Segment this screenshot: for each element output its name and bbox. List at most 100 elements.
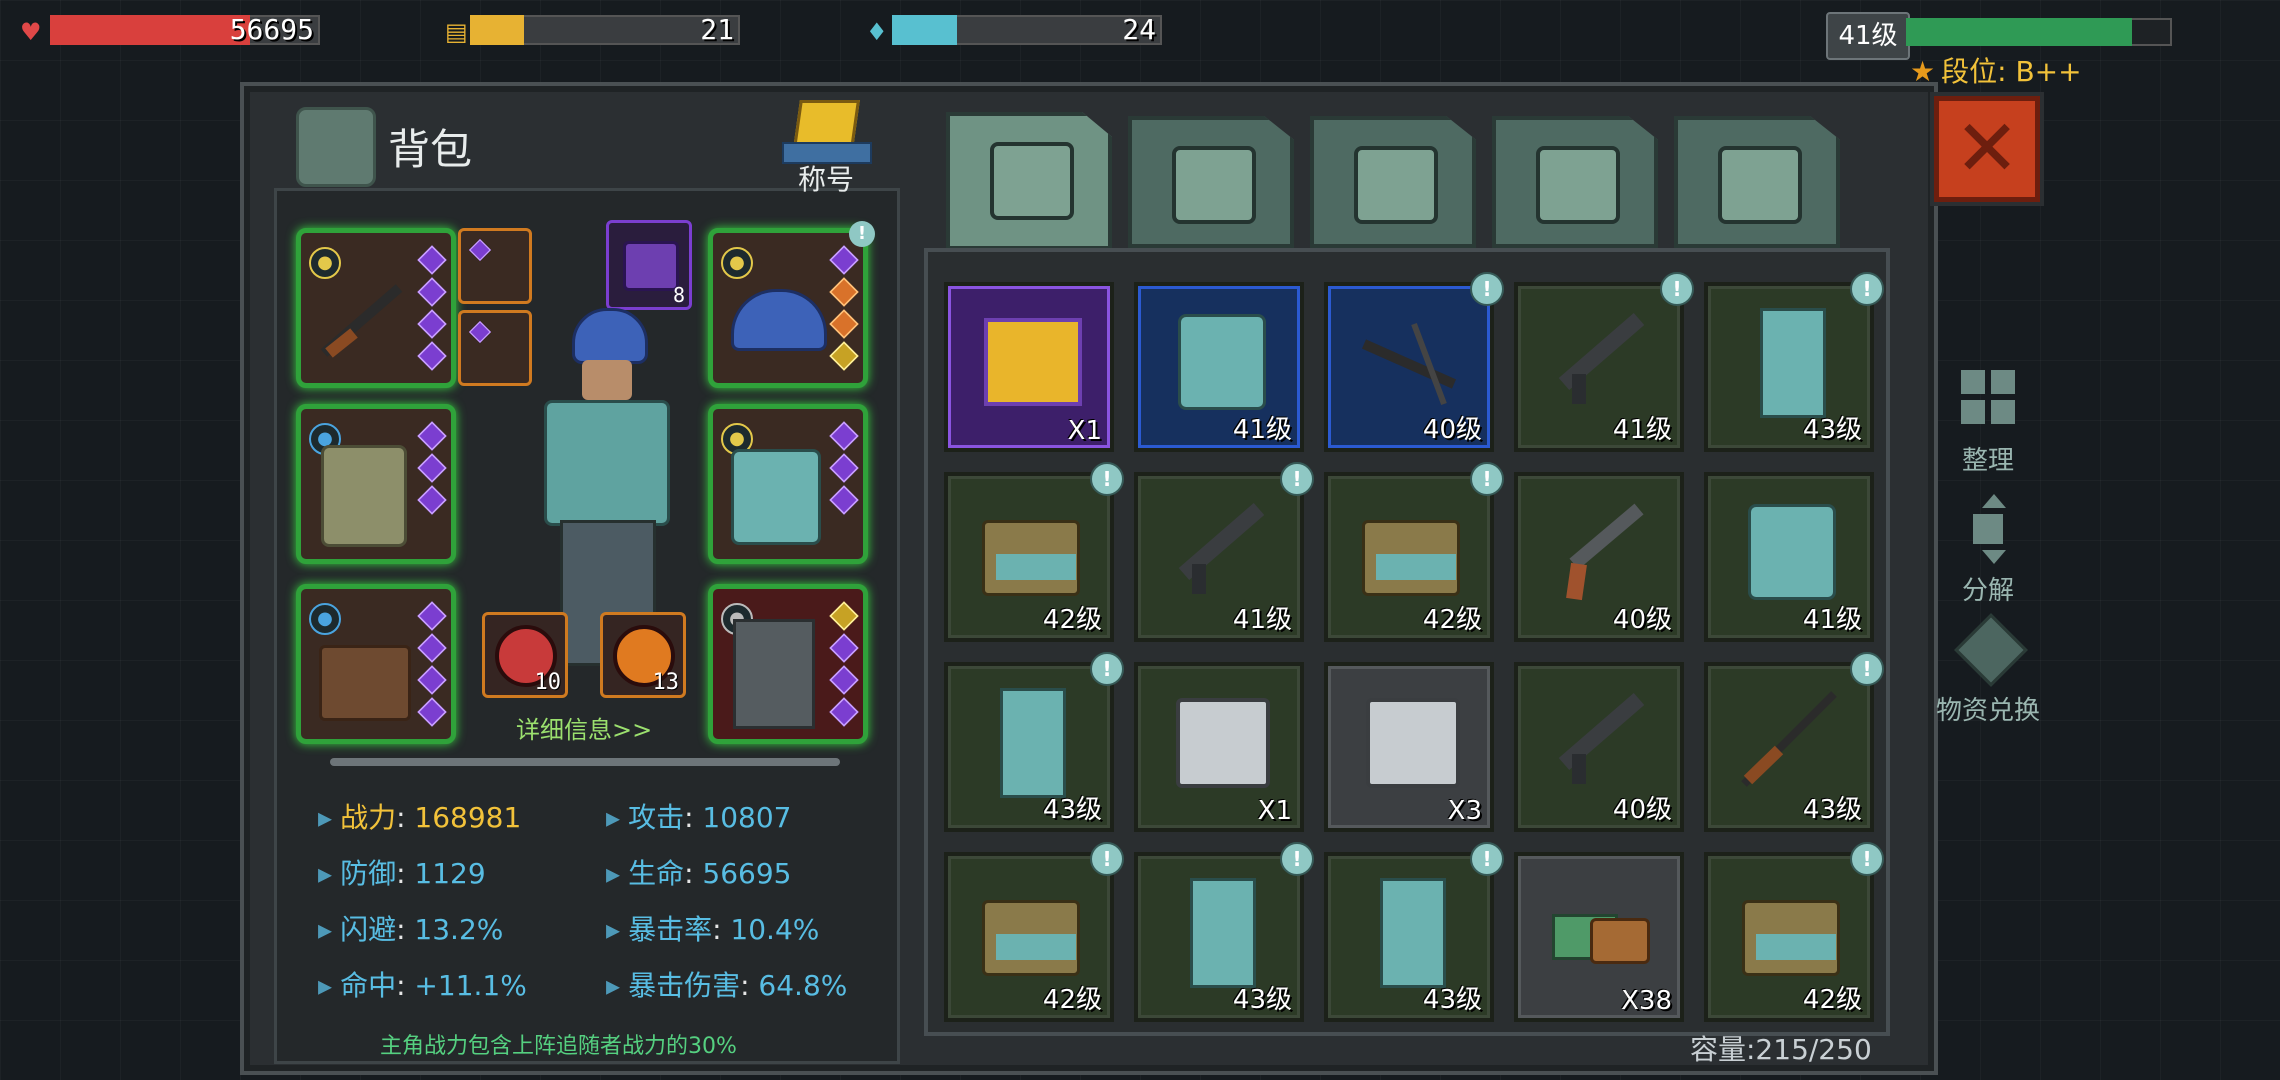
inventory-slot[interactable]: 43级! — [1324, 842, 1504, 1022]
health-bar: 56695 — [50, 13, 320, 46]
backpack-item-icon — [623, 241, 679, 291]
pistol-icon — [1544, 304, 1654, 414]
inventory-slot[interactable]: X3 — [1324, 662, 1494, 832]
inventory-slot[interactable]: 42级! — [944, 842, 1124, 1022]
boots-slot[interactable]: ● — [296, 584, 456, 744]
sort-icon — [1953, 364, 2023, 434]
inventory-slot[interactable]: 42级! — [944, 462, 1124, 642]
inventory-slot[interactable]: 41级 — [1704, 472, 1874, 642]
tab-medical[interactable] — [1128, 116, 1294, 248]
item-level-label: 43级 — [1042, 795, 1102, 825]
slot-type-icon: ● — [721, 247, 753, 279]
dismantle-icon — [1953, 494, 2023, 564]
exchange-button[interactable]: 物资兑换 — [1928, 613, 2048, 727]
inventory-slot[interactable]: X1 — [944, 282, 1114, 452]
heart-icon: ♥ — [20, 18, 42, 46]
inventory-slot[interactable]: 41级 — [1134, 282, 1304, 452]
sort-label: 整理 — [1961, 446, 2014, 476]
badge-slot-right[interactable]: 13 — [600, 612, 686, 698]
pants-icon — [974, 684, 1084, 798]
backpack-icon — [990, 142, 1074, 220]
backpack-icon — [296, 107, 376, 187]
item-level-label: 43级 — [1802, 795, 1862, 825]
item-level-label: 40级 — [1612, 795, 1672, 825]
water-value: 24 — [1122, 13, 1156, 46]
armor-icon — [1354, 146, 1438, 224]
new-item-badge: ! — [1850, 652, 1884, 686]
inventory-slot[interactable]: 42级! — [1704, 842, 1884, 1022]
tab-weapons[interactable] — [1492, 116, 1658, 248]
detail-info-link[interactable]: 详细信息>> — [516, 710, 652, 745]
dismantle-label: 分解 — [1961, 576, 2014, 606]
health-value: 56695 — [229, 13, 314, 46]
tools-icon — [1718, 146, 1802, 224]
helmet-slot[interactable]: ● ! — [708, 221, 875, 388]
item-level-label: X3 — [1447, 796, 1482, 826]
inventory-slot[interactable]: 41级! — [1134, 462, 1314, 642]
inventory-slot[interactable]: 41级! — [1514, 272, 1694, 452]
inventory-slot[interactable]: X1 — [1134, 662, 1304, 832]
inventory-slot[interactable]: 43级! — [1134, 842, 1314, 1022]
armor-slot[interactable]: ● — [296, 404, 456, 564]
stat-crit-rate: ▸ 暴击率: 10.4% — [606, 913, 820, 946]
pants-slot[interactable]: ● — [708, 584, 868, 744]
tab-materials[interactable] — [1674, 116, 1840, 248]
close-button[interactable]: ✕ — [1934, 96, 2040, 202]
inventory-slot[interactable]: 42级! — [1324, 462, 1504, 642]
gem-column — [417, 601, 447, 727]
armor-icon — [1734, 494, 1844, 604]
item-level-label: 41级 — [1232, 415, 1292, 445]
player-level: 41级 — [1826, 12, 1910, 60]
capacity-label: 容量:215/250 — [1690, 1033, 1872, 1066]
item-level-label: 43级 — [1802, 415, 1862, 445]
boot-icon — [319, 645, 411, 721]
exchange-label: 物资兑换 — [1935, 696, 2040, 726]
sort-button[interactable]: 整理 — [1928, 364, 2048, 477]
badge-slot-left[interactable]: 10 — [482, 612, 568, 698]
new-item-badge: ! — [1850, 842, 1884, 876]
title-badge-label[interactable]: 称号 — [798, 158, 854, 198]
pistol-icon — [1544, 684, 1654, 794]
helmet-icon — [731, 289, 827, 351]
new-item-badge: ! — [1090, 462, 1124, 496]
backpack-slot[interactable]: 8 — [606, 220, 692, 310]
weapon-slot[interactable]: ● — [296, 228, 456, 388]
inventory-slot[interactable]: 40级 — [1514, 472, 1684, 642]
power-footnote: 主角战力包含上阵追随者战力的30% — [380, 1034, 737, 1059]
inventory-slot[interactable]: 40级 — [1514, 662, 1684, 832]
item-level-label: 42级 — [1042, 605, 1102, 635]
water-drop-icon: ♦ — [866, 18, 888, 46]
new-item-badge: ! — [1470, 462, 1504, 496]
pistol-icon — [1164, 494, 1274, 604]
armor-icon — [1164, 304, 1274, 414]
inventory-slot[interactable]: 43级! — [944, 652, 1124, 832]
item-level-label: 40级 — [1422, 415, 1482, 445]
tab-armor[interactable] — [1310, 116, 1476, 248]
pants-icon — [1734, 304, 1844, 418]
item-level-label: 41级 — [1802, 605, 1862, 635]
boots-icon — [1354, 494, 1464, 604]
item-level-label: 42级 — [1042, 985, 1102, 1015]
stat-defense: ▸ 防御: 1129 — [318, 857, 486, 890]
panel-title: 背包 — [388, 125, 473, 174]
new-badge: ! — [849, 221, 875, 247]
inventory-slot[interactable]: 43级! — [1704, 652, 1884, 832]
gem-column — [829, 421, 859, 515]
crossbow-icon — [1354, 304, 1464, 414]
gloves-slot[interactable]: ● — [708, 404, 868, 564]
tab-backpack[interactable] — [946, 112, 1112, 250]
item-level-label: 40级 — [1612, 605, 1672, 635]
weapon-sub-slot-1[interactable] — [458, 228, 532, 304]
boots-icon — [974, 874, 1084, 984]
inventory-slot[interactable]: 43级! — [1704, 272, 1884, 452]
inventory-slot[interactable]: 40级! — [1324, 272, 1504, 452]
item-level-label: 42级 — [1422, 605, 1482, 635]
new-item-badge: ! — [1280, 842, 1314, 876]
pants-icon — [1354, 874, 1464, 988]
exchange-icon — [1953, 613, 2028, 687]
new-item-badge: ! — [1280, 462, 1314, 496]
dismantle-button[interactable]: 分解 — [1928, 494, 2048, 607]
inventory-slot[interactable]: X38 — [1514, 852, 1684, 1022]
gem-column — [417, 421, 447, 515]
new-item-badge: ! — [1090, 842, 1124, 876]
